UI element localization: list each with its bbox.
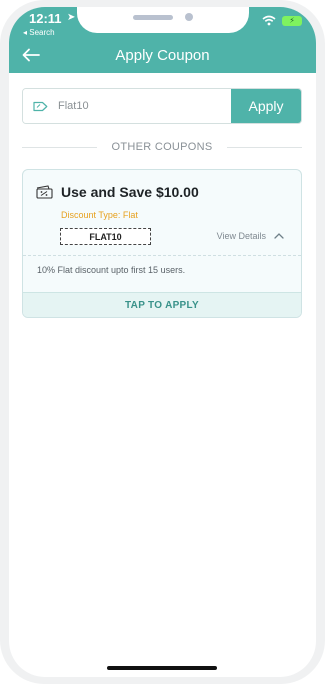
speaker-grille (133, 15, 173, 20)
tap-to-apply-button[interactable]: TAP TO APPLY (23, 292, 301, 317)
coupon-field[interactable] (23, 89, 231, 123)
view-details-toggle[interactable]: View Details (217, 231, 284, 241)
coupon-description: 10% Flat discount upto first 15 users. (37, 265, 186, 275)
divider-line (22, 146, 98, 148)
back-to-app-link[interactable]: ◂ Search (23, 28, 55, 37)
device-notch (77, 7, 249, 33)
front-camera (185, 13, 193, 21)
chevron-up-icon (274, 233, 284, 239)
view-details-label: View Details (216, 231, 266, 241)
battery-charging-icon: ⚡ (282, 15, 302, 26)
location-arrow-icon: ➤ (67, 12, 76, 23)
coupon-ticket-icon (36, 185, 53, 199)
divider-line (226, 146, 303, 148)
phone-frame: 12:11 ➤ ◂ Search ⚡ Apply Coupon Flat10 A… (0, 0, 325, 684)
coupon-code-badge: FLAT10 (60, 228, 151, 245)
home-indicator[interactable] (107, 666, 217, 670)
other-coupons-divider: OTHER COUPONS (22, 139, 303, 155)
card-separator (23, 255, 301, 256)
section-label: OTHER COUPONS (111, 141, 213, 153)
app-screen: 12:11 ➤ ◂ Search ⚡ Apply Coupon Flat10 A… (9, 7, 316, 677)
coupon-card-body: Use and Save $10.00 Discount Type: Flat … (23, 170, 301, 254)
discount-type: Discount Type: Flat (61, 210, 138, 220)
coupon-entry: Apply (22, 88, 302, 124)
coupon-title: Use and Save $10.00 (61, 184, 199, 200)
coupon-code-input[interactable] (58, 100, 208, 112)
apply-button[interactable]: Apply (231, 89, 301, 123)
wifi-icon (262, 15, 276, 26)
tag-icon (33, 101, 48, 111)
status-time: 12:11 (29, 11, 62, 26)
coupon-card: Use and Save $10.00 Discount Type: Flat … (22, 169, 302, 318)
status-icons: ⚡ (262, 15, 302, 26)
app-header: 12:11 ➤ ◂ Search ⚡ Apply Coupon (9, 7, 316, 73)
page-title: Apply Coupon (115, 47, 210, 64)
